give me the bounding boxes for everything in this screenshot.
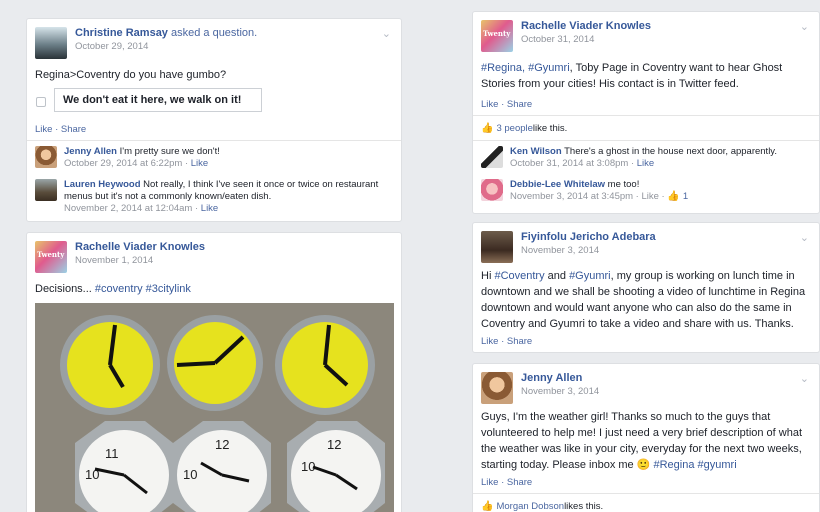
chevron-down-icon[interactable]: ⌄ bbox=[382, 27, 391, 40]
chevron-down-icon[interactable]: ⌄ bbox=[800, 372, 809, 385]
post-date[interactable]: November 1, 2014 bbox=[75, 255, 205, 266]
liker-name-link[interactable]: Morgan Dobson bbox=[496, 501, 564, 512]
post-text-plain: Decisions... bbox=[35, 283, 95, 295]
divider bbox=[27, 140, 401, 141]
avatar[interactable] bbox=[35, 179, 57, 201]
photo-post-card: Twenty Rachelle Viader Knowles November … bbox=[26, 232, 402, 512]
comment-like-link[interactable]: Like bbox=[637, 158, 654, 169]
post-action-text: asked a question. bbox=[167, 27, 258, 39]
post-date[interactable]: November 3, 2014 bbox=[521, 245, 656, 256]
clocks-photo[interactable]: 11 10 12 10 12 10 bbox=[35, 303, 394, 512]
post-text: Guys, I'm the weather girl! Thanks so mu… bbox=[481, 409, 809, 473]
post-text-a: Hi bbox=[481, 270, 495, 282]
likes-suffix: likes this. bbox=[564, 501, 604, 512]
divider bbox=[473, 493, 819, 494]
like-share-links[interactable]: Like · Share bbox=[35, 124, 86, 135]
thumbs-up-icon: 👍 bbox=[481, 501, 494, 512]
svg-text:12: 12 bbox=[327, 437, 341, 452]
comment-author[interactable]: Jenny Allen bbox=[64, 146, 117, 157]
poll-checkbox[interactable] bbox=[36, 97, 46, 107]
smiley-icon: 🙂 bbox=[636, 458, 651, 471]
comment-meta: October 29, 2014 at 6:22pm · bbox=[64, 158, 191, 169]
comment-meta: October 31, 2014 at 3:08pm · bbox=[510, 158, 637, 169]
comment-author[interactable]: Debbie-Lee Whitelaw bbox=[510, 179, 605, 190]
like-share-links[interactable]: Like · Share bbox=[481, 99, 532, 110]
comment: Lauren Heywood Not really, I think I've … bbox=[35, 179, 391, 215]
author-name[interactable]: Christine Ramsay bbox=[75, 27, 168, 39]
post-hashtags[interactable]: #Regina, #Gyumri bbox=[481, 62, 570, 74]
comment-author[interactable]: Lauren Heywood bbox=[64, 179, 141, 190]
likes-count-link[interactable]: 3 people bbox=[496, 123, 532, 134]
thumbs-up-icon: 👍 bbox=[667, 191, 680, 202]
svg-text:10: 10 bbox=[183, 467, 197, 482]
post-hashtags[interactable]: #coventry #3citylink bbox=[95, 283, 191, 295]
clocks-photo-art: 1110 1210 1210 bbox=[35, 303, 394, 512]
avatar[interactable] bbox=[35, 27, 67, 59]
post-text-b: and bbox=[544, 270, 570, 282]
divider bbox=[473, 115, 819, 116]
post-hashtags[interactable]: #Regina #gyumri bbox=[653, 459, 736, 471]
comment-meta: November 2, 2014 at 12:04am · bbox=[64, 203, 201, 214]
clock-white-3: 1210 bbox=[287, 421, 385, 512]
post-text: Regina>Coventry do you have gumbo? bbox=[35, 69, 227, 81]
like-share-links[interactable]: Like · Share bbox=[481, 477, 532, 488]
post-date[interactable]: November 3, 2014 bbox=[521, 386, 599, 397]
avatar[interactable] bbox=[481, 146, 503, 168]
likes-suffix: like this. bbox=[532, 123, 568, 134]
comment: Ken Wilson There's a ghost in the house … bbox=[481, 146, 809, 170]
author-name[interactable]: Jenny Allen bbox=[521, 372, 599, 384]
avatar[interactable] bbox=[481, 372, 513, 404]
thumbs-up-icon: 👍 bbox=[481, 123, 494, 134]
comment: Jenny Allen I'm pretty sure we don't! Oc… bbox=[35, 146, 391, 170]
post-date[interactable]: October 31, 2014 bbox=[521, 34, 651, 45]
author-name[interactable]: Fiyinfolu Jericho Adebara bbox=[521, 231, 656, 243]
comment-text: me too! bbox=[605, 179, 640, 190]
avatar[interactable] bbox=[481, 179, 503, 201]
clock-white-2: 12 10 bbox=[173, 421, 271, 512]
clock-yellow-3 bbox=[275, 315, 375, 415]
poll-option[interactable]: We don't eat it here, we walk on it! bbox=[54, 88, 262, 112]
chevron-down-icon[interactable]: ⌄ bbox=[800, 231, 809, 244]
divider bbox=[473, 140, 819, 141]
avatar[interactable]: Twenty bbox=[481, 20, 513, 52]
like-share-links[interactable]: Like · Share bbox=[481, 336, 532, 347]
comment-like-link[interactable]: Like bbox=[201, 203, 218, 214]
post-date[interactable]: October 29, 2014 bbox=[75, 41, 257, 52]
hashtag-coventry[interactable]: #Coventry bbox=[494, 270, 544, 282]
avatar[interactable] bbox=[35, 146, 57, 168]
avatar[interactable] bbox=[481, 231, 513, 263]
question-post-card: ⌄ Christine Ramsay asked a question. Oct… bbox=[26, 18, 402, 222]
weather-post-card: ⌄ Jenny Allen November 3, 2014 Guys, I'm… bbox=[472, 363, 820, 512]
comment-author[interactable]: Ken Wilson bbox=[510, 146, 562, 157]
hashtag-gyumri[interactable]: #Gyumri bbox=[569, 270, 611, 282]
likes-summary: 👍 Morgan Dobson likes this. bbox=[481, 501, 603, 512]
svg-text:11: 11 bbox=[105, 446, 119, 461]
comment-meta: November 3, 2014 at 3:45pm · Like · bbox=[510, 191, 668, 202]
post-text: Hi #Coventry and #Gyumri, my group is wo… bbox=[481, 268, 809, 332]
likes-summary: 👍 3 people like this. bbox=[481, 123, 567, 134]
comment-like-count[interactable]: 1 bbox=[683, 191, 688, 202]
clock-yellow-1 bbox=[60, 315, 160, 415]
ghost-stories-post-card: ⌄ Twenty Rachelle Viader Knowles October… bbox=[472, 11, 820, 214]
comment-text: There's a ghost in the house next door, … bbox=[561, 146, 777, 157]
post-text: Decisions... #coventry #3citylink bbox=[35, 281, 391, 297]
post-text: #Regina, #Gyumri, Toby Page in Coventry … bbox=[481, 60, 809, 92]
lunch-time-post-card: ⌄ Fiyinfolu Jericho Adebara November 3, … bbox=[472, 222, 820, 353]
author-name[interactable]: Rachelle Viader Knowles bbox=[75, 241, 205, 253]
comment: Debbie-Lee Whitelaw me too! November 3, … bbox=[481, 179, 809, 203]
comment-text: I'm pretty sure we don't! bbox=[116, 146, 220, 157]
chevron-down-icon[interactable]: ⌄ bbox=[800, 20, 809, 33]
clock-white-1: 1110 bbox=[75, 421, 173, 512]
comment-like-link[interactable]: Like bbox=[191, 158, 208, 169]
author-name[interactable]: Rachelle Viader Knowles bbox=[521, 20, 651, 32]
clock-yellow-2 bbox=[167, 315, 263, 411]
avatar[interactable]: Twenty bbox=[35, 241, 67, 273]
svg-text:12: 12 bbox=[215, 437, 229, 452]
